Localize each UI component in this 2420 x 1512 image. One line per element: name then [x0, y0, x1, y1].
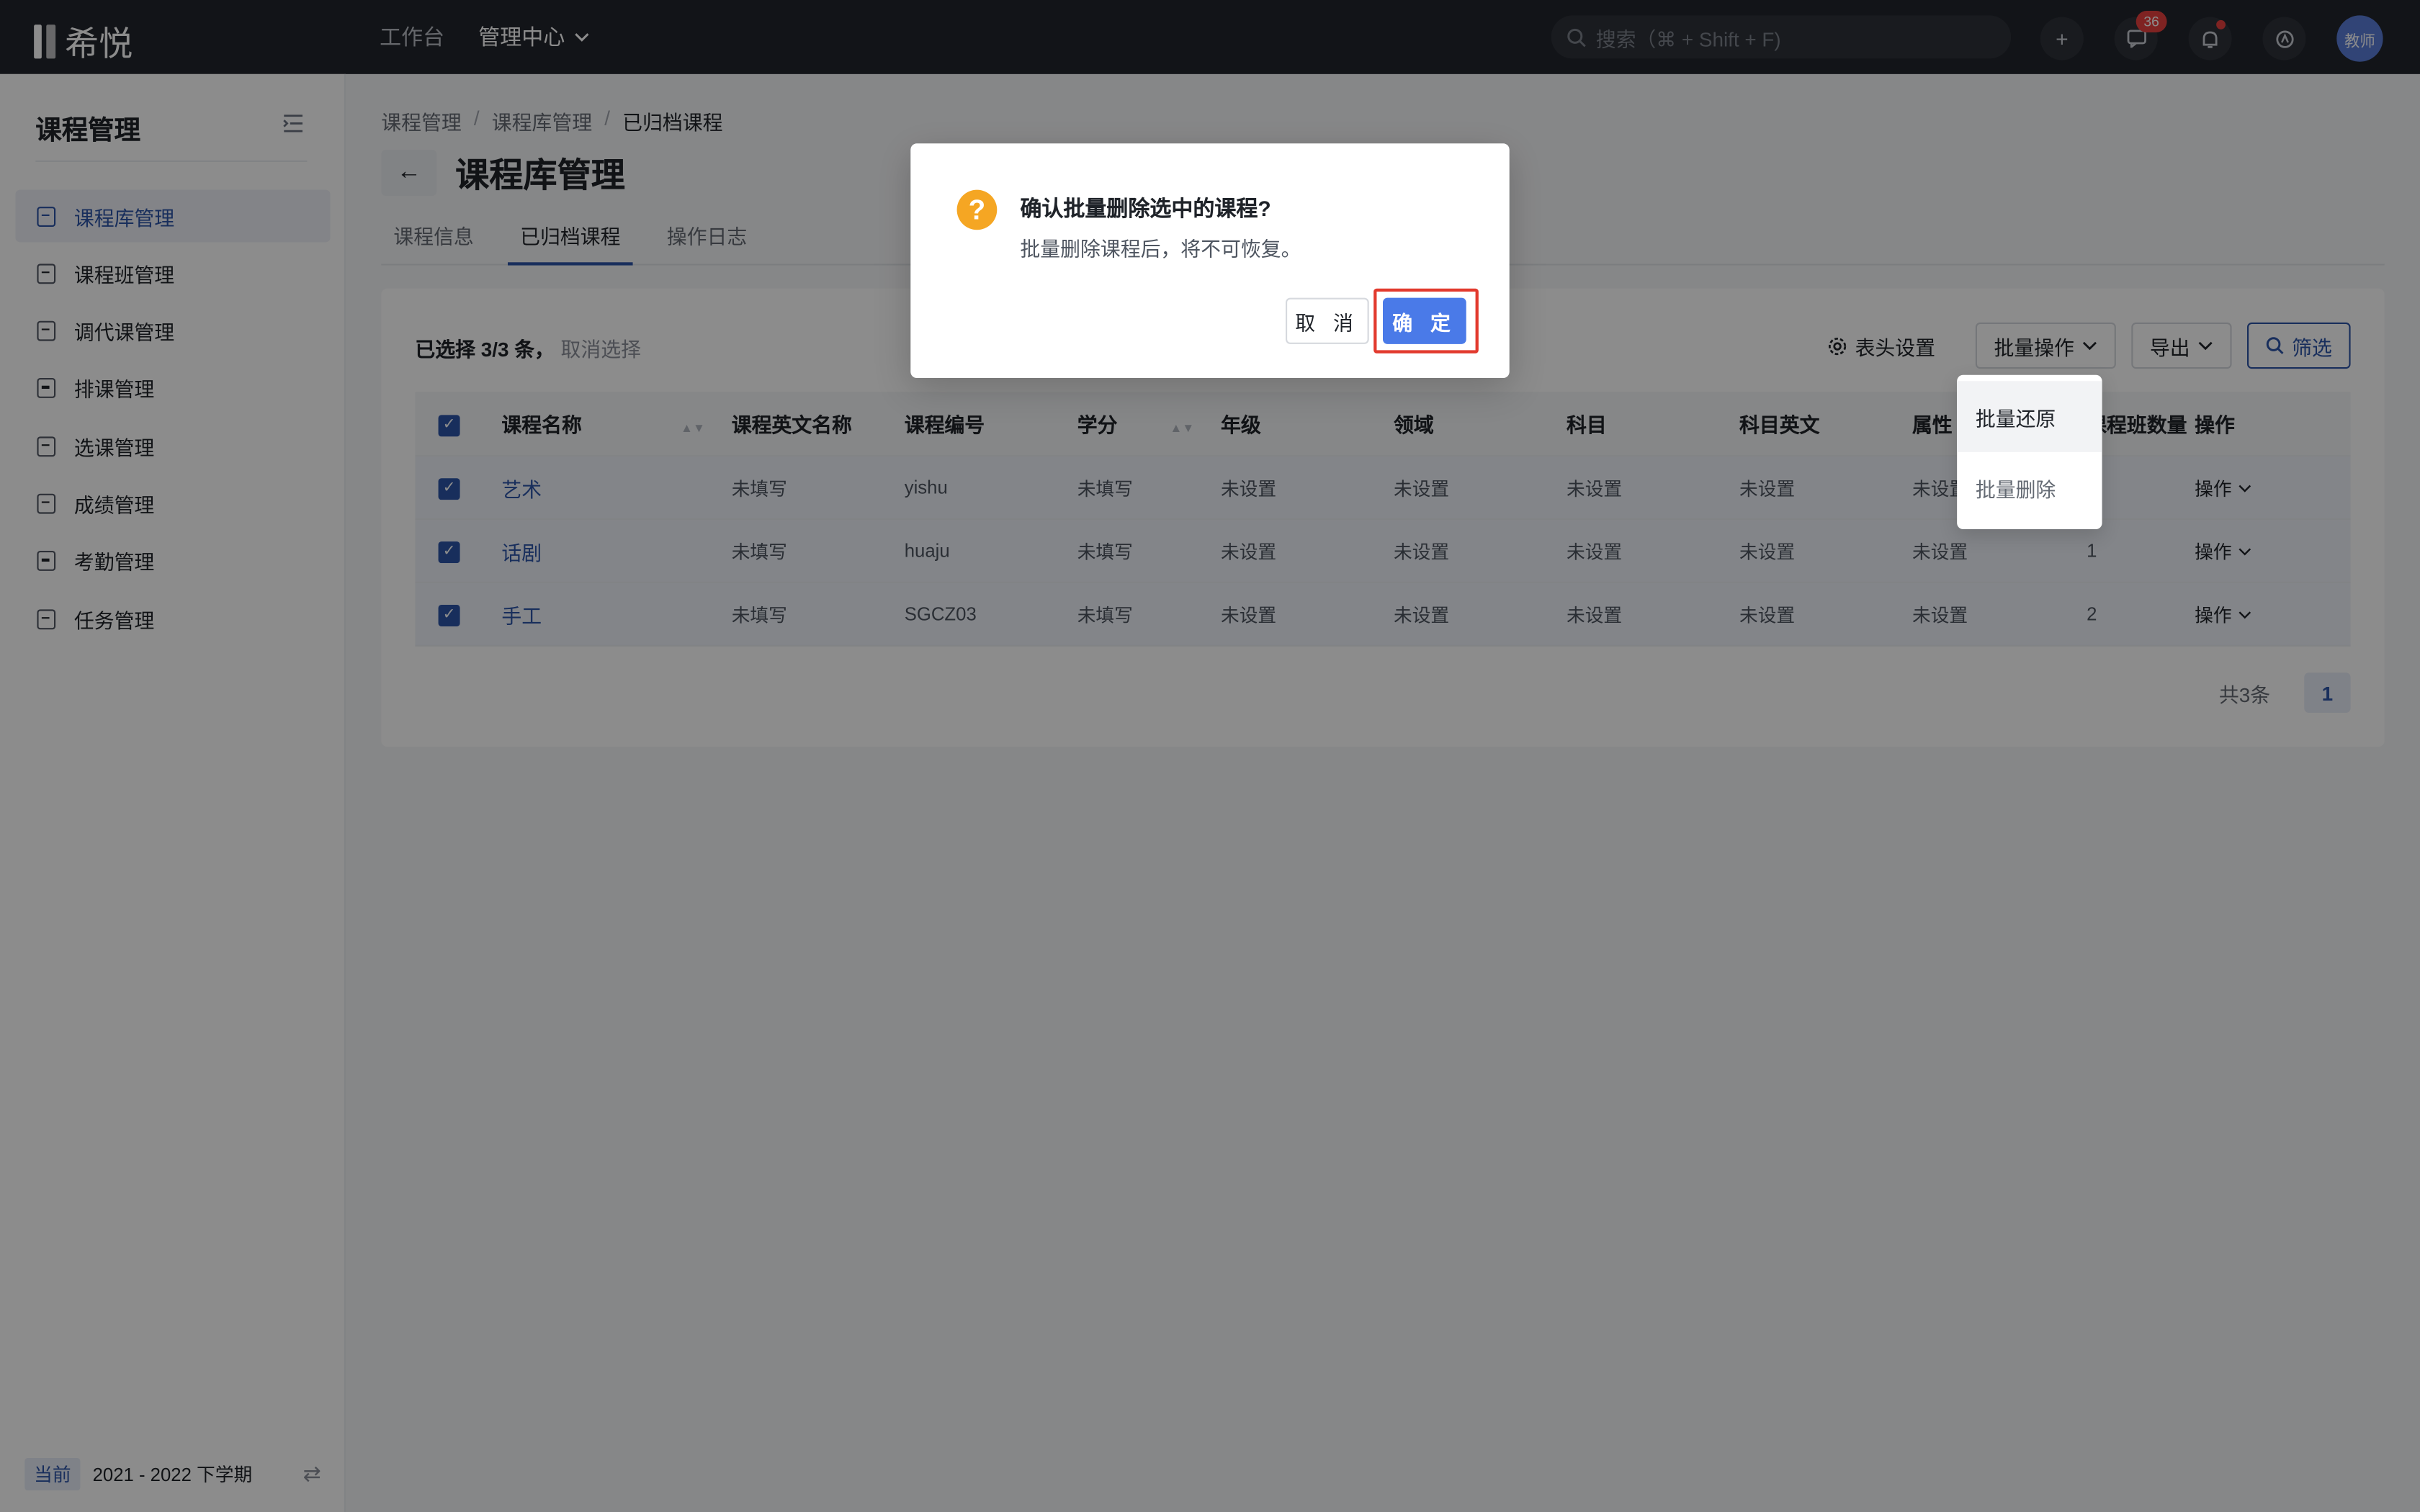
batch-restore-option[interactable]: 批量还原: [1957, 381, 2102, 452]
question-icon: ?: [956, 189, 998, 230]
dialog-message: 批量删除课程后，将不可恢复。: [1020, 238, 1301, 261]
confirm-dialog: ? 确认批量删除选中的课程? 批量删除课程后，将不可恢复。 取 消 确 定: [910, 143, 1510, 378]
cancel-button[interactable]: 取 消: [1286, 297, 1369, 344]
dialog-title: 确认批量删除选中的课程?: [1020, 196, 1271, 221]
batch-operation-dropdown: 批量还原 批量删除: [1957, 374, 2102, 529]
confirm-button-highlight: 确 定: [1373, 288, 1479, 354]
batch-delete-option[interactable]: 批量删除: [1957, 452, 2102, 523]
confirm-button[interactable]: 确 定: [1383, 297, 1466, 344]
